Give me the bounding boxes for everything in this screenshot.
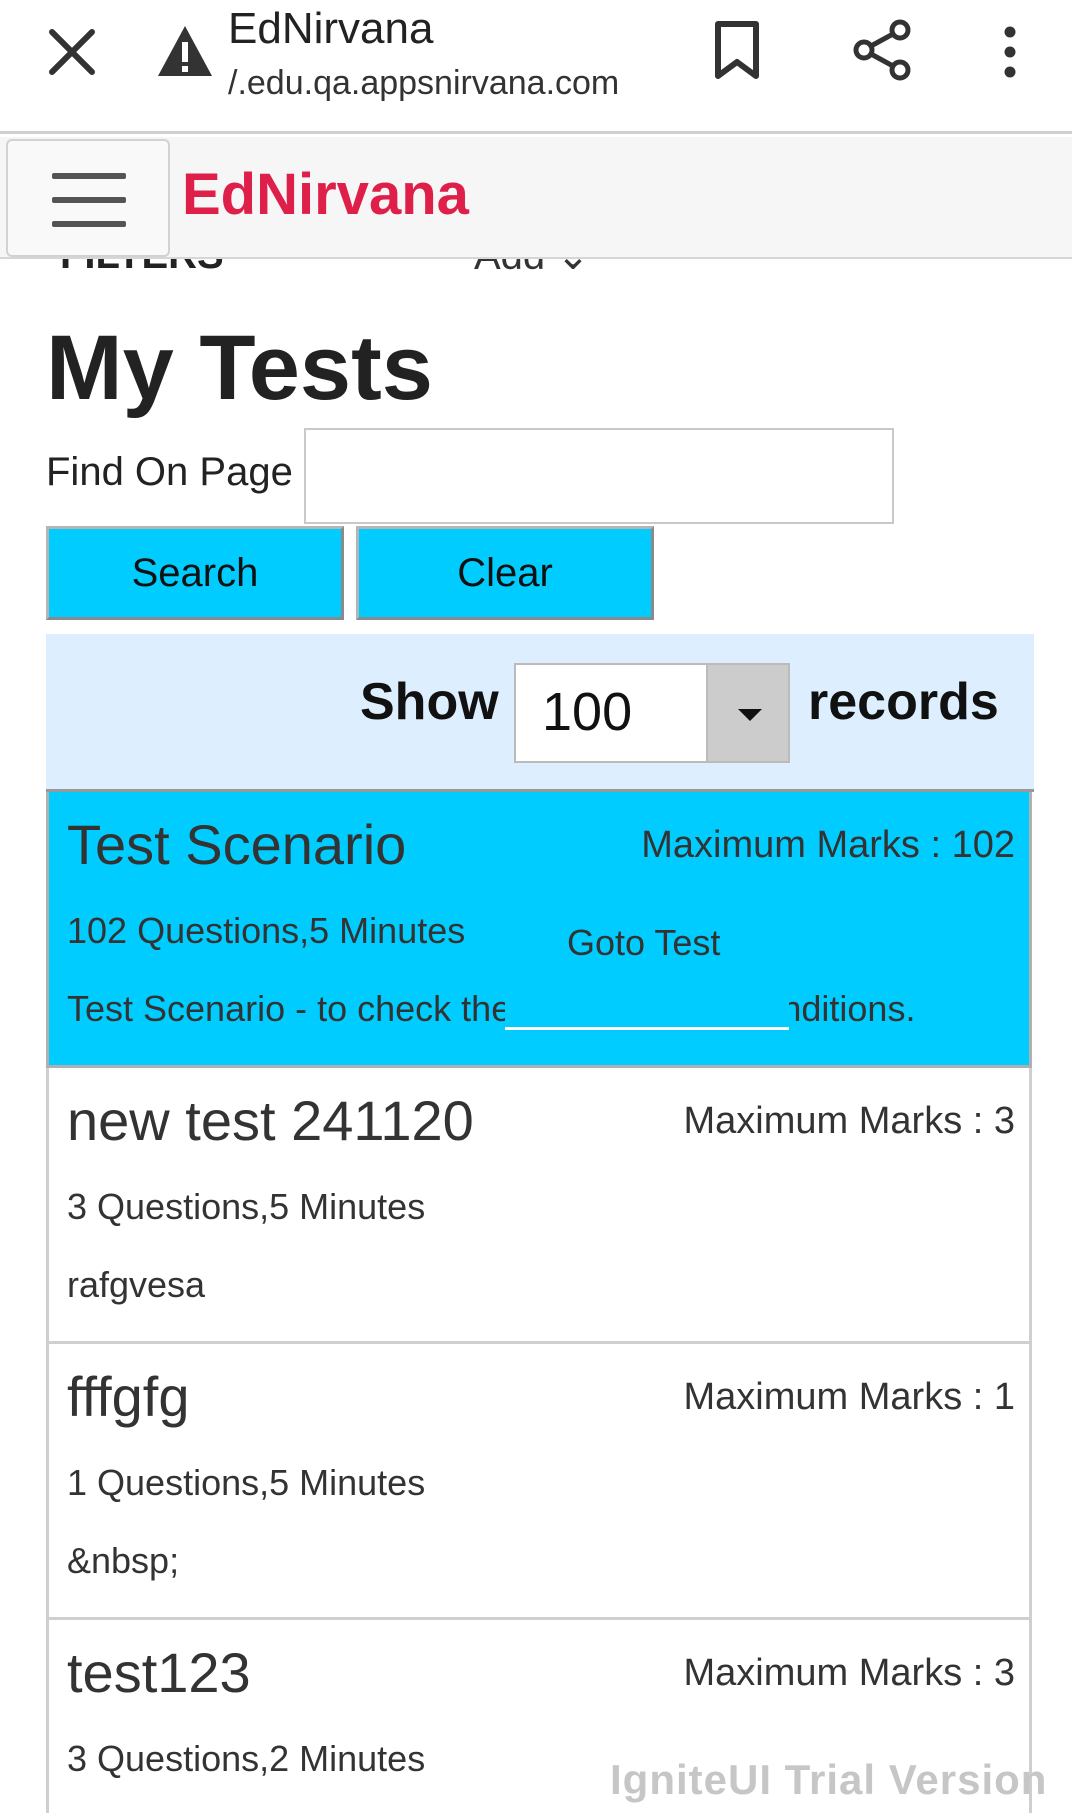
close-icon[interactable] <box>44 24 100 80</box>
goto-test-link[interactable]: Goto Test <box>567 922 720 964</box>
add-dropdown[interactable]: Add ⌄ <box>474 259 590 279</box>
records-per-page-value: 100 <box>542 682 633 742</box>
test-description: rafgvesa <box>67 1264 206 1305</box>
app-header: EdNirvana <box>0 137 1072 259</box>
brand-logo[interactable]: EdNirvana <box>182 161 469 228</box>
test-meta: 3 Questions,2 Minutes <box>67 1738 426 1779</box>
records-toolbar: Show 100 records <box>46 634 1034 792</box>
test-name[interactable]: fffgfg <box>67 1364 190 1429</box>
test-name[interactable]: Test Scenario <box>67 812 406 877</box>
records-per-page-select[interactable]: 100 <box>514 663 790 763</box>
test-description: &nbsp; <box>67 1540 180 1581</box>
show-label: Show <box>360 673 499 731</box>
test-list: Test Scenario Maximum Marks : 102 102 Qu… <box>46 792 1034 1813</box>
find-on-page-input[interactable] <box>304 428 894 524</box>
test-name[interactable]: new test 241120 <box>67 1088 474 1153</box>
find-on-page-label: Find On Page <box>46 450 293 494</box>
test-max-marks: Maximum Marks : 3 <box>683 1652 1015 1694</box>
test-max-marks: Maximum Marks : 3 <box>683 1100 1015 1142</box>
filters-bullet: • <box>420 259 434 276</box>
filters-label[interactable]: FILTERS <box>60 259 224 278</box>
test-item[interactable]: fffgfg Maximum Marks : 1 1 Questions,5 M… <box>46 1344 1032 1620</box>
search-button[interactable]: Search <box>46 526 344 620</box>
share-icon[interactable] <box>850 18 914 82</box>
menu-icon-line <box>52 221 126 227</box>
page-title: My Tests <box>46 317 433 419</box>
trial-watermark: IgniteUI Trial Version <box>610 1756 1048 1803</box>
test-meta: 1 Questions,5 Minutes <box>67 1462 426 1503</box>
menu-icon-line <box>52 173 126 179</box>
menu-icon-line <box>52 197 126 203</box>
browser-toolbar: EdNirvana /.edu.qa.appsnirvana.com <box>0 0 1072 134</box>
test-meta: 102 Questions,5 Minutes <box>67 910 466 951</box>
goto-test-overlay <box>505 982 789 1030</box>
test-meta: 3 Questions,5 Minutes <box>67 1186 426 1227</box>
warning-icon <box>158 26 212 76</box>
more-vert-icon[interactable] <box>990 22 1030 82</box>
browser-url[interactable]: /.edu.qa.appsnirvana.com <box>228 64 619 103</box>
test-item[interactable]: new test 241120 Maximum Marks : 3 3 Ques… <box>46 1068 1032 1344</box>
records-label: records <box>808 673 999 731</box>
clear-button[interactable]: Clear <box>356 526 654 620</box>
test-max-marks: Maximum Marks : 102 <box>641 824 1015 866</box>
filters-row: FILTERS • Add ⌄ <box>0 259 1072 281</box>
dropdown-arrow-icon[interactable] <box>706 665 788 761</box>
test-max-marks: Maximum Marks : 1 <box>683 1376 1015 1418</box>
test-item[interactable]: Test Scenario Maximum Marks : 102 102 Qu… <box>46 792 1032 1068</box>
hamburger-menu-button[interactable] <box>6 139 170 257</box>
browser-page-title: EdNirvana <box>228 4 434 53</box>
test-name[interactable]: test123 <box>67 1640 251 1705</box>
add-label: Add <box>474 259 545 278</box>
bookmark-icon[interactable] <box>712 20 762 80</box>
